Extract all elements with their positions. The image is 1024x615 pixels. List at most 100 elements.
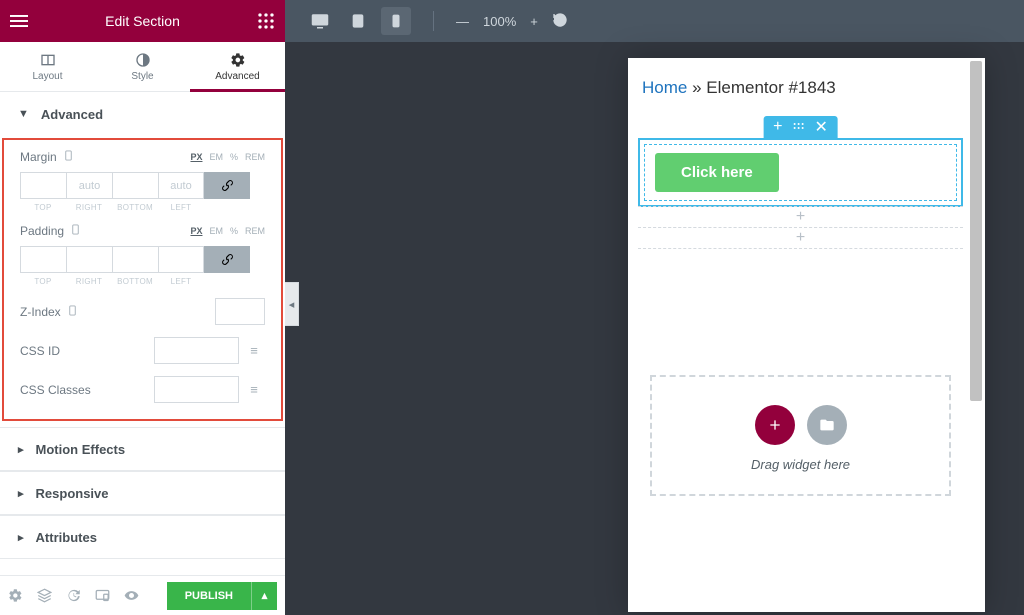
dim-left: LEFT bbox=[158, 203, 204, 212]
section-advanced-label: Advanced bbox=[41, 107, 103, 122]
margin-right-input[interactable] bbox=[66, 172, 112, 199]
editor-tabs: Layout Style Advanced bbox=[0, 42, 285, 92]
cssclasses-label: CSS Classes bbox=[20, 383, 91, 397]
padding-label: Padding bbox=[20, 224, 64, 238]
section-handle: + ✕ bbox=[638, 116, 963, 138]
template-library-button[interactable] bbox=[807, 405, 847, 445]
close-section-icon[interactable]: ✕ bbox=[814, 117, 827, 137]
dim-right: RIGHT bbox=[66, 203, 112, 212]
margin-units: PX EM % REM bbox=[190, 152, 265, 162]
zoom-in[interactable]: + bbox=[530, 14, 538, 29]
dim-left: LEFT bbox=[158, 277, 204, 286]
section-motion-head[interactable]: ▸ Motion Effects bbox=[0, 427, 285, 471]
device-desktop[interactable] bbox=[305, 7, 335, 35]
settings-icon[interactable] bbox=[8, 588, 23, 603]
add-line-1[interactable]: + bbox=[638, 206, 963, 228]
tab-style-label: Style bbox=[131, 71, 153, 82]
preview-scrollbar[interactable] bbox=[970, 61, 982, 609]
advanced-controls: Margin PX EM % REM bbox=[4, 140, 281, 419]
editor-sidebar: Edit Section Layout Style Advanced ▼ Adv… bbox=[0, 0, 285, 615]
responsive-icon[interactable] bbox=[70, 224, 81, 238]
tab-advanced-label: Advanced bbox=[215, 71, 259, 82]
unit-em[interactable]: EM bbox=[209, 152, 223, 162]
unit-pct[interactable]: % bbox=[230, 152, 238, 162]
zindex-label: Z-Index bbox=[20, 305, 61, 319]
breadcrumb-sep: » bbox=[687, 78, 706, 97]
margin-left-input[interactable] bbox=[158, 172, 204, 199]
dynamic-icon[interactable]: ≡ bbox=[243, 382, 265, 397]
publish-dropdown[interactable]: ▴ bbox=[251, 582, 277, 610]
zoom-out[interactable]: — bbox=[456, 14, 469, 29]
section-advanced-head[interactable]: ▼ Advanced bbox=[0, 92, 285, 136]
chevron-right-icon: ▸ bbox=[18, 531, 24, 544]
tab-layout[interactable]: Layout bbox=[0, 42, 95, 91]
margin-top-input[interactable] bbox=[20, 172, 66, 199]
padding-link-toggle[interactable] bbox=[204, 246, 250, 273]
zoom-reset-icon[interactable] bbox=[552, 12, 568, 31]
tab-advanced[interactable]: Advanced bbox=[190, 42, 285, 91]
divider bbox=[433, 11, 434, 31]
drop-hint: Drag widget here bbox=[751, 457, 850, 472]
panel-body: ▼ Advanced Margin PX EM % REM bbox=[0, 92, 285, 575]
chevron-right-icon: ▸ bbox=[18, 487, 24, 500]
device-mobile[interactable] bbox=[381, 7, 411, 35]
padding-left-input[interactable] bbox=[158, 246, 204, 273]
dim-top: TOP bbox=[20, 277, 66, 286]
responsive-mode-icon[interactable] bbox=[95, 588, 110, 603]
tab-layout-label: Layout bbox=[32, 71, 62, 82]
tab-style[interactable]: Style bbox=[95, 42, 190, 91]
drop-zone[interactable]: Drag widget here bbox=[650, 375, 951, 496]
mobile-preview: Home » Elementor #1843 + ✕ Click here + … bbox=[628, 58, 985, 612]
dynamic-icon[interactable]: ≡ bbox=[243, 343, 265, 358]
padding-bottom-input[interactable] bbox=[112, 246, 158, 273]
dim-right: RIGHT bbox=[66, 277, 112, 286]
section-responsive-head[interactable]: ▸ Responsive bbox=[0, 471, 285, 515]
dim-bottom: BOTTOM bbox=[112, 277, 158, 286]
padding-right-input[interactable] bbox=[66, 246, 112, 273]
breadcrumb: Home » Elementor #1843 bbox=[642, 78, 959, 98]
zoom-value: 100% bbox=[483, 14, 516, 29]
navigator-icon[interactable] bbox=[37, 588, 52, 603]
responsive-icon[interactable] bbox=[63, 150, 74, 164]
publish-button[interactable]: PUBLISH ▴ bbox=[167, 582, 277, 610]
breadcrumb-page: Elementor #1843 bbox=[706, 78, 835, 97]
chevron-down-icon: ▼ bbox=[18, 108, 29, 120]
margin-bottom-input[interactable] bbox=[112, 172, 158, 199]
cssid-input[interactable] bbox=[154, 337, 239, 364]
edit-section-icon[interactable] bbox=[792, 118, 804, 136]
apps-icon[interactable] bbox=[257, 12, 275, 30]
click-here-button[interactable]: Click here bbox=[655, 153, 779, 192]
chevron-right-icon: ▸ bbox=[18, 443, 24, 456]
section-responsive-label: Responsive bbox=[36, 486, 109, 501]
padding-top-input[interactable] bbox=[20, 246, 66, 273]
unit-rem[interactable]: REM bbox=[245, 226, 265, 236]
unit-em[interactable]: EM bbox=[209, 226, 223, 236]
zindex-input[interactable] bbox=[215, 298, 265, 325]
collapse-sidebar[interactable]: ◂ bbox=[285, 282, 299, 326]
margin-link-toggle[interactable] bbox=[204, 172, 250, 199]
unit-pct[interactable]: % bbox=[230, 226, 238, 236]
add-section-icon[interactable]: + bbox=[773, 118, 782, 136]
preview-icon[interactable] bbox=[124, 588, 139, 603]
responsive-icon[interactable] bbox=[67, 305, 78, 319]
unit-rem[interactable]: REM bbox=[245, 152, 265, 162]
dim-top: TOP bbox=[20, 203, 66, 212]
padding-units: PX EM % REM bbox=[190, 226, 265, 236]
section-motion-label: Motion Effects bbox=[36, 442, 126, 457]
add-widget-button[interactable] bbox=[755, 405, 795, 445]
add-line-2[interactable]: + bbox=[638, 227, 963, 249]
cssid-label: CSS ID bbox=[20, 344, 60, 358]
unit-px[interactable]: PX bbox=[190, 152, 202, 162]
breadcrumb-home[interactable]: Home bbox=[642, 78, 687, 97]
history-icon[interactable] bbox=[66, 588, 81, 603]
hamburger-icon[interactable] bbox=[10, 12, 28, 30]
sidebar-title: Edit Section bbox=[28, 13, 257, 29]
unit-px[interactable]: PX bbox=[190, 226, 202, 236]
margin-label: Margin bbox=[20, 150, 57, 164]
section-attributes-head[interactable]: ▸ Attributes bbox=[0, 515, 285, 559]
publish-label: PUBLISH bbox=[167, 590, 251, 602]
selected-section[interactable]: Click here bbox=[638, 138, 963, 207]
cssclasses-input[interactable] bbox=[154, 376, 239, 403]
sidebar-header: Edit Section bbox=[0, 0, 285, 42]
device-tablet[interactable] bbox=[343, 7, 373, 35]
